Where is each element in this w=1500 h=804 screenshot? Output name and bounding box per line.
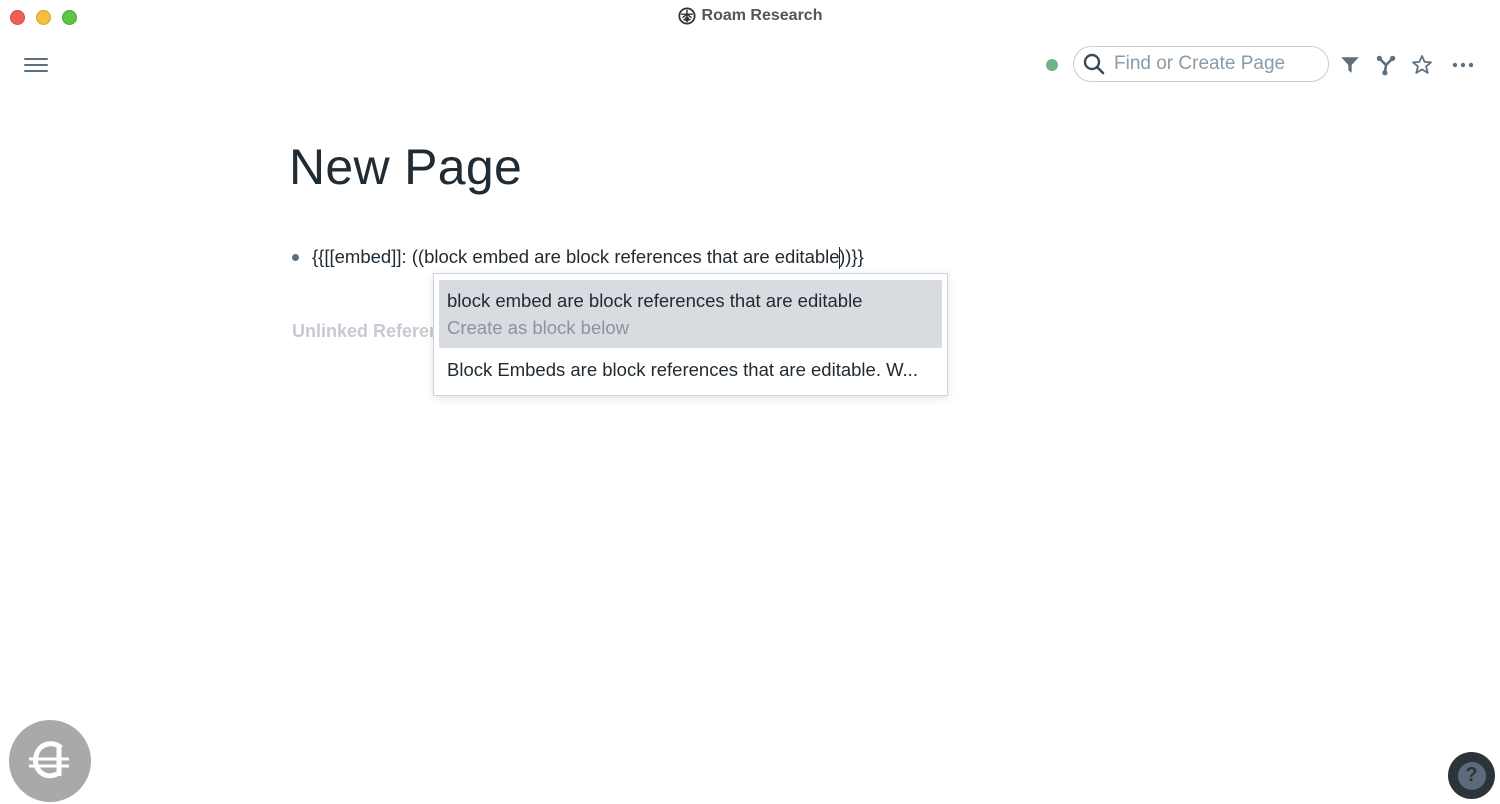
sync-status-indicator xyxy=(1046,59,1058,71)
favorite-button[interactable] xyxy=(1409,52,1435,78)
block[interactable]: {{[[embed]]: ((block embed are block ref… xyxy=(289,246,864,270)
austral-sign-icon xyxy=(29,741,69,779)
autocomplete-option-block[interactable]: Block Embeds are block references that a… xyxy=(439,354,942,386)
autocomplete-option-create[interactable]: block embed are block references that ar… xyxy=(439,280,942,348)
extension-badge-button[interactable] xyxy=(9,720,91,802)
search-bar[interactable] xyxy=(1073,46,1329,82)
search-input[interactable] xyxy=(1112,52,1316,76)
star-icon xyxy=(1412,55,1432,74)
roam-logo-icon xyxy=(677,7,696,25)
graph-view-button[interactable] xyxy=(1373,52,1399,78)
autocomplete-option-sublabel: Create as block below xyxy=(447,317,630,338)
app-title-text: Roam Research xyxy=(701,7,823,24)
page-title[interactable]: New Page xyxy=(289,138,522,196)
filter-icon xyxy=(1341,57,1359,73)
help-button[interactable]: ? xyxy=(1448,752,1495,799)
filter-button[interactable] xyxy=(1337,52,1363,78)
block-search-autocomplete: block embed are block references that ar… xyxy=(433,273,948,396)
app-title: Roam Research xyxy=(0,7,1500,25)
autocomplete-option-label: Block Embeds are block references that a… xyxy=(447,359,918,380)
block-editor[interactable]: {{[[embed]]: ((block embed are block ref… xyxy=(312,246,864,270)
autocomplete-option-label: block embed are block references that ar… xyxy=(447,290,863,311)
block-text-after-caret: ))}} xyxy=(839,246,864,267)
search-icon xyxy=(1083,53,1105,75)
help-icon: ? xyxy=(1457,761,1486,790)
more-icon xyxy=(1452,62,1474,68)
block-text-before-caret: {{[[embed]]: ((block embed are block ref… xyxy=(312,246,840,267)
graph-icon xyxy=(1376,55,1396,76)
window-titlebar: Roam Research xyxy=(0,0,1500,34)
hamburger-menu-icon[interactable] xyxy=(24,54,48,76)
more-options-button[interactable] xyxy=(1450,52,1476,78)
block-bullet[interactable] xyxy=(292,254,299,262)
